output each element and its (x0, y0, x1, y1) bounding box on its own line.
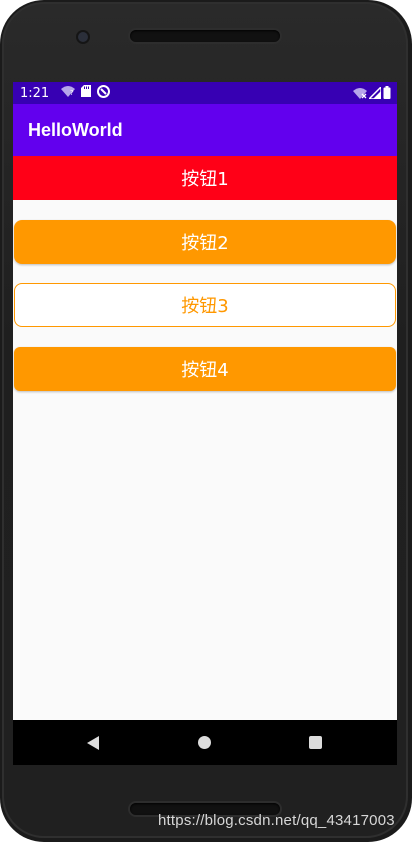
sd-card-icon (81, 85, 92, 101)
navigation-bar (13, 720, 397, 765)
app-title: HelloWorld (28, 119, 123, 140)
phone-device: 1:21 ? HelloWorld 按钮1 按钮2 按钮3 按钮4 https:… (0, 0, 412, 842)
battery-icon (383, 86, 391, 103)
app-bar: HelloWorld (13, 104, 397, 156)
app-screen: 1:21 ? HelloWorld 按钮1 按钮2 按钮3 按钮4 (13, 82, 397, 765)
watermark-text: https://blog.csdn.net/qq_43417003 (158, 812, 395, 829)
svg-text:?: ? (70, 89, 74, 97)
front-camera (78, 32, 88, 42)
button-4[interactable]: 按钮4 (14, 347, 396, 391)
button-2[interactable]: 按钮2 (14, 220, 396, 264)
status-bar: 1:21 ? (13, 82, 397, 104)
status-left-icons: ? (61, 84, 111, 102)
status-time: 1:21 (20, 85, 50, 101)
button-3[interactable]: 按钮3 (14, 283, 396, 327)
wifi-question-icon: ? (61, 85, 76, 101)
cell-signal-icon (367, 84, 382, 103)
wifi-signal-icon (353, 87, 367, 103)
back-icon[interactable] (86, 735, 100, 754)
recents-icon[interactable] (309, 736, 322, 749)
status-right-icons (353, 84, 391, 103)
sync-icon (97, 84, 111, 102)
button-1[interactable]: 按钮1 (13, 156, 397, 200)
top-speaker (130, 30, 280, 42)
home-icon[interactable] (198, 736, 211, 749)
